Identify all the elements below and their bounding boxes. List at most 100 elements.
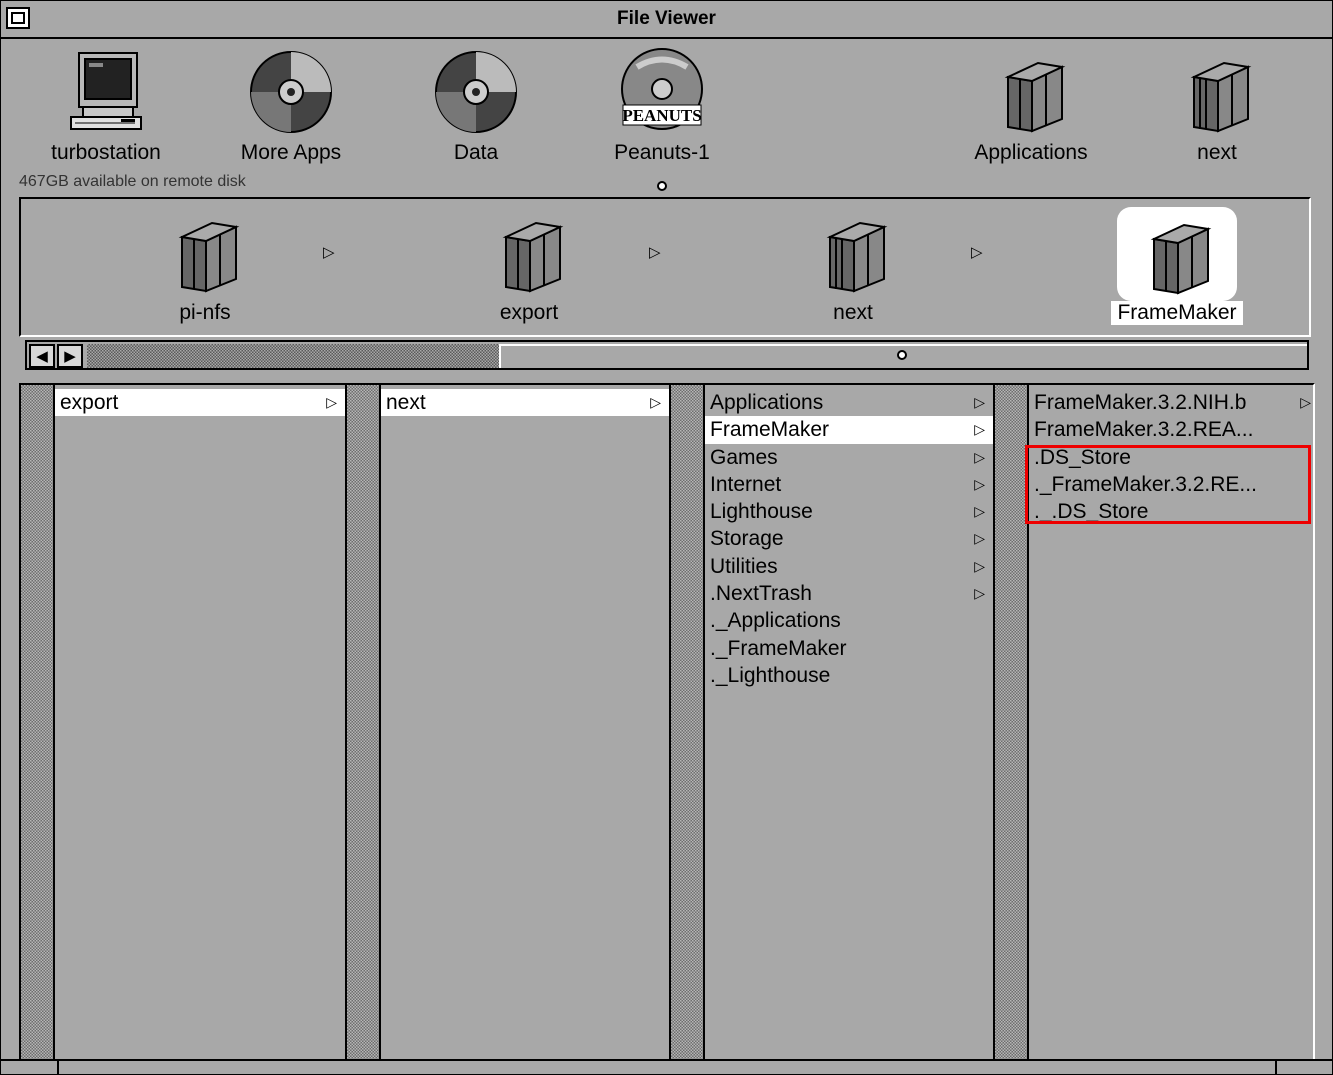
browser-column-1: export ▷ <box>21 385 345 1059</box>
path-label: next <box>833 301 873 324</box>
list-item-label: FrameMaker <box>710 418 830 442</box>
list-item[interactable]: Lighthouse ▷ <box>705 498 993 525</box>
shelf: turbostation More Apps Data PEANUTS Pean… <box>1 39 1332 195</box>
path-view: pi-nfs ▷ export ▷ next ▷ FrameMaker <box>19 197 1311 337</box>
list-item-label: ._Lighthouse <box>710 663 831 687</box>
list-item[interactable]: ._Applications <box>705 607 993 634</box>
shelf-label: Data <box>453 141 499 164</box>
computer-icon <box>70 52 142 130</box>
folder-icon <box>1004 61 1066 133</box>
path-icon-wrap <box>105 207 305 297</box>
path-scroller[interactable]: ◀ ▶ <box>25 340 1309 370</box>
column-scroller[interactable] <box>995 385 1029 1059</box>
list-item[interactable]: Games ▷ <box>705 444 993 471</box>
list-item[interactable]: Applications ▷ <box>705 389 993 416</box>
path-arrow-icon: ▷ <box>323 244 335 261</box>
list-item-label: Internet <box>710 472 782 496</box>
shelf-item-turbostation[interactable]: turbostation <box>31 47 181 165</box>
path-icon-wrap <box>753 207 953 297</box>
title-bar[interactable]: File Viewer <box>1 1 1332 39</box>
resize-bar[interactable] <box>1 1059 1332 1074</box>
shelf-item-next[interactable]: next <box>1142 47 1292 165</box>
window-title: File Viewer <box>617 8 716 29</box>
list-item-label: FrameMaker.3.2.NIH.b <box>1034 391 1247 414</box>
disclosure-arrow-icon: ▷ <box>974 475 985 492</box>
list-item-label: ._Applications <box>710 609 841 633</box>
scroll-thumb-knob <box>897 350 907 360</box>
list-item-label: .NextTrash <box>710 582 812 606</box>
path-item-next[interactable]: next <box>753 207 953 325</box>
shelf-label: turbostation <box>51 141 161 164</box>
list-item[interactable]: .NextTrash ▷ <box>705 580 993 607</box>
resize-notch <box>1275 1061 1277 1074</box>
path-item-export[interactable]: export <box>429 207 629 325</box>
cd-disk-icon <box>250 51 332 133</box>
folder-icon <box>178 221 240 293</box>
path-icon-wrap <box>429 207 629 297</box>
shelf-item-peanuts[interactable]: PEANUTS Peanuts-1 <box>587 47 737 165</box>
browser-column-3: Applications ▷ FrameMaker ▷ Games ▷ Interne… <box>671 385 993 1059</box>
annotation-highlight-box <box>1025 445 1311 524</box>
list-item-label: export <box>60 391 119 414</box>
list-item-label: next <box>386 391 426 414</box>
peanuts-disk-text: PEANUTS <box>622 106 701 125</box>
list-item[interactable]: FrameMaker.3.2.NIH.b ▷ <box>1029 389 1313 416</box>
path-icon-wrap-selected <box>1117 207 1237 301</box>
column-list: export ▷ <box>55 389 345 417</box>
column-scroller[interactable] <box>21 385 55 1059</box>
column-scroller[interactable] <box>347 385 381 1059</box>
list-item[interactable]: ._FrameMaker <box>705 635 993 662</box>
shelf-item-applications[interactable]: Applications <box>956 47 1106 165</box>
shelf-label: More Apps <box>240 141 342 164</box>
list-item[interactable]: ._Lighthouse <box>705 662 993 689</box>
disclosure-arrow-icon: ▷ <box>974 394 985 410</box>
list-item[interactable]: next ▷ <box>381 389 669 417</box>
path-label-selected: FrameMaker <box>1111 301 1243 325</box>
folder-icon <box>502 221 564 293</box>
disclosure-arrow-icon: ▷ <box>974 421 985 438</box>
disclosure-arrow-icon: ▷ <box>974 530 985 547</box>
list-item[interactable]: Utilities ▷ <box>705 553 993 580</box>
path-arrow-icon: ▷ <box>971 244 983 261</box>
list-item[interactable]: FrameMaker.3.2.REA... <box>1029 416 1313 443</box>
disk-status-text: 467GB available on remote disk <box>19 173 246 190</box>
shelf-label: Applications <box>974 141 1088 164</box>
list-item-label: Utilities <box>710 554 778 578</box>
scroll-right-button[interactable]: ▶ <box>57 344 83 368</box>
folder-icon <box>826 221 888 293</box>
list-item[interactable]: FrameMaker ▷ <box>705 416 993 444</box>
list-item-label: Applications <box>710 391 824 414</box>
file-viewer-window: File Viewer turbostation More Apps Data … <box>0 0 1333 1075</box>
list-item-label: ._FrameMaker <box>710 636 847 660</box>
disclosure-arrow-icon: ▷ <box>974 585 985 602</box>
column-list: Applications ▷ FrameMaker ▷ Games ▷ Interne… <box>705 389 993 689</box>
list-item[interactable]: Storage ▷ <box>705 525 993 552</box>
list-item-label: FrameMaker.3.2.REA... <box>1034 418 1254 442</box>
shelf-item-data[interactable]: Data <box>401 47 551 165</box>
list-item[interactable]: export ▷ <box>55 389 345 417</box>
disclosure-arrow-icon: ▷ <box>974 448 985 465</box>
scroll-left-button[interactable]: ◀ <box>29 344 55 368</box>
folder-icon <box>1150 223 1212 295</box>
shelf-item-more-apps[interactable]: More Apps <box>216 47 366 165</box>
disclosure-arrow-icon: ▷ <box>974 557 985 574</box>
browser-column-2: next ▷ <box>347 385 669 1059</box>
shelf-label: next <box>1197 141 1237 164</box>
resize-notch <box>57 1061 59 1074</box>
column-list: next ▷ <box>381 389 669 417</box>
list-item-label: Lighthouse <box>710 500 813 524</box>
path-item-framemaker[interactable]: FrameMaker <box>1077 207 1277 325</box>
miniaturize-button[interactable] <box>6 7 30 29</box>
list-item-label: Storage <box>710 527 784 551</box>
list-item-label: Games <box>710 445 778 469</box>
arrow-left-icon: ◀ <box>36 348 48 365</box>
arrow-right-icon: ▶ <box>64 348 76 365</box>
disclosure-arrow-icon: ▷ <box>1300 394 1311 410</box>
column-scroller[interactable] <box>671 385 705 1059</box>
shelf-resize-knob[interactable] <box>657 181 667 191</box>
cd-disk-icon <box>435 51 517 133</box>
path-item-pi-nfs[interactable]: pi-nfs <box>105 207 305 325</box>
disclosure-arrow-icon: ▷ <box>650 394 661 410</box>
list-item[interactable]: Internet ▷ <box>705 471 993 498</box>
scroll-track[interactable] <box>87 344 499 368</box>
